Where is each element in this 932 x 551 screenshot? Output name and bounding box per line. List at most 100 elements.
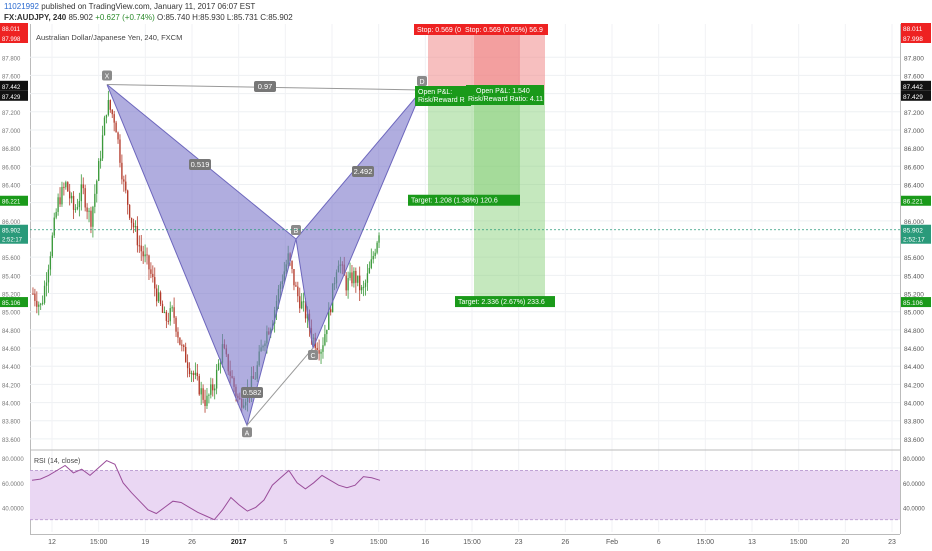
pattern-point-label: D bbox=[419, 79, 424, 86]
rsi-left-tick-label: 80.0000 bbox=[2, 457, 24, 463]
ratio-label: 2.492 bbox=[354, 167, 373, 176]
candle-body bbox=[78, 201, 81, 208]
candle-body bbox=[316, 347, 318, 351]
candle-body bbox=[217, 363, 220, 370]
target-label: Target: 2.336 (2.67%) 233.6 bbox=[458, 299, 545, 306]
ratio-label: 0.582 bbox=[243, 388, 262, 397]
candle-body bbox=[72, 195, 75, 210]
target-label: Target: 1.208 (1.38%) 120.6 bbox=[411, 198, 498, 205]
candle-body bbox=[355, 270, 357, 283]
rsi-tick-label: 40.0000 bbox=[903, 506, 925, 512]
candle-body bbox=[45, 282, 48, 286]
rsi-left-tick-label: 40.0000 bbox=[2, 506, 24, 512]
candle-body bbox=[138, 245, 140, 247]
left-axis-badge-text: 85.106 bbox=[2, 301, 21, 307]
candle-body bbox=[215, 369, 218, 389]
rsi-band bbox=[30, 470, 900, 520]
candle-body bbox=[181, 344, 183, 346]
candle-body bbox=[173, 307, 175, 318]
candle-body bbox=[326, 329, 328, 335]
candle-body bbox=[295, 285, 297, 287]
candle-body bbox=[161, 303, 164, 313]
time-tick-label: 26 bbox=[561, 539, 569, 546]
candle-body bbox=[299, 296, 301, 309]
candle-body bbox=[370, 259, 372, 268]
left-tick-label: 84.400 bbox=[2, 365, 21, 371]
candle-body bbox=[204, 399, 206, 407]
candle-body bbox=[183, 345, 185, 347]
price-tick-label: 87.000 bbox=[904, 128, 924, 135]
candle-body bbox=[32, 293, 34, 295]
ratio-label: 0.97 bbox=[258, 82, 273, 91]
candle-body bbox=[210, 384, 212, 395]
candle-body bbox=[364, 282, 367, 287]
candle-body bbox=[177, 331, 179, 338]
left-axis-badge-text: 87.998 bbox=[2, 37, 21, 43]
candle-body bbox=[372, 256, 374, 260]
candle-body bbox=[366, 273, 369, 283]
candle-body bbox=[119, 139, 121, 163]
price-tick-label: 87.200 bbox=[904, 110, 924, 117]
chart-canvas[interactable]: 87.80087.80087.60087.60087.40087.40087.2… bbox=[0, 0, 932, 550]
time-tick-label: 16 bbox=[421, 539, 429, 546]
chart-title: Australian Dollar/Japanese Yen, 240, FXC… bbox=[36, 33, 182, 42]
candle-body bbox=[55, 211, 57, 218]
pattern-point-label: B bbox=[294, 228, 299, 235]
candle-body bbox=[134, 226, 137, 228]
candle-body bbox=[185, 346, 187, 363]
candle-body bbox=[70, 195, 73, 199]
candle-body bbox=[175, 317, 177, 332]
pattern-point-label: A bbox=[245, 430, 250, 437]
candle-body bbox=[179, 337, 181, 345]
candle-body bbox=[63, 186, 65, 188]
time-tick-label: 15:00 bbox=[790, 539, 808, 546]
left-tick-label: 87.200 bbox=[2, 111, 21, 117]
price-tick-label: 86.400 bbox=[904, 182, 924, 189]
candle-body bbox=[99, 158, 102, 162]
left-tick-label: 86.800 bbox=[2, 147, 21, 153]
candle-body bbox=[88, 210, 90, 212]
rsi-title: RSI (14, close) bbox=[34, 458, 80, 465]
price-tick-label: 85.600 bbox=[904, 255, 924, 262]
candle-body bbox=[360, 287, 363, 291]
candle-body bbox=[67, 182, 69, 192]
candle-body bbox=[171, 307, 173, 309]
candle-body bbox=[113, 114, 115, 123]
candle-body bbox=[196, 372, 198, 377]
left-tick-label: 83.800 bbox=[2, 420, 21, 426]
stop-label: Stop: 0.569 (0.65%) 56.9 bbox=[465, 27, 543, 34]
price-axis-badge-text: 87.998 bbox=[903, 36, 923, 43]
price-tick-label: 87.600 bbox=[904, 73, 924, 80]
candle-body bbox=[159, 292, 162, 304]
candle-body bbox=[128, 204, 131, 218]
left-axis-badge-text: 87.442 bbox=[2, 85, 21, 91]
candle-body bbox=[362, 286, 365, 288]
candle-body bbox=[206, 395, 208, 407]
candle-body bbox=[198, 376, 200, 395]
candle-body bbox=[90, 210, 92, 227]
candle-body bbox=[378, 235, 380, 243]
candle-body bbox=[322, 345, 324, 352]
candle-body bbox=[82, 184, 84, 189]
candle-body bbox=[115, 122, 117, 133]
candle-body bbox=[125, 181, 127, 191]
price-tick-label: 86.800 bbox=[904, 146, 924, 153]
candle-body bbox=[146, 254, 148, 256]
candle-body bbox=[357, 275, 359, 283]
candle-body bbox=[127, 190, 129, 205]
candle-body bbox=[59, 197, 61, 205]
candle-body bbox=[353, 270, 355, 284]
pattern-xab bbox=[106, 84, 297, 427]
candle-body bbox=[38, 304, 40, 307]
ratio-label: 0.519 bbox=[191, 160, 210, 169]
candle-body bbox=[142, 251, 144, 257]
candle-body bbox=[123, 179, 125, 182]
pattern-point-label: C bbox=[310, 353, 315, 360]
price-tick-label: 84.800 bbox=[904, 328, 924, 335]
candle-body bbox=[154, 277, 156, 289]
time-tick-label: 23 bbox=[888, 539, 896, 546]
candle-body bbox=[111, 109, 113, 115]
left-axis-badge-text: 88.011 bbox=[2, 27, 21, 33]
pattern-bcd bbox=[295, 89, 423, 350]
time-tick-label: 6 bbox=[657, 539, 661, 546]
